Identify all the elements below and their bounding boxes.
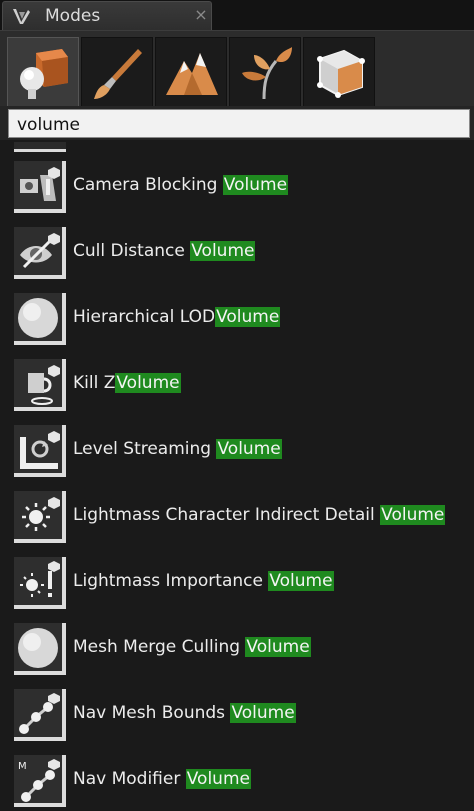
modes-panel-tab[interactable]: Modes × [2, 1, 212, 30]
list-item[interactable]: Nav Mesh Bounds Volume [0, 681, 474, 747]
item-label-match: Volume [190, 241, 256, 261]
list-item[interactable]: Lightmass Character Indirect Detail Volu… [0, 483, 474, 549]
item-label-match: Volume [380, 505, 446, 525]
paint-mode-icon [94, 49, 142, 99]
geometry-edit-mode-tab[interactable] [303, 37, 375, 107]
nav-mesh-icon [14, 689, 66, 741]
list-item[interactable]: Kill ZVolume [0, 351, 474, 417]
item-label-match: Volume [215, 307, 281, 327]
search-input[interactable] [8, 109, 470, 138]
place-mode-tab[interactable] [7, 37, 79, 107]
item-label-match: Volume [185, 769, 251, 789]
sphere-icon [14, 623, 66, 675]
lightmass-importance-icon [14, 557, 66, 609]
panel-title: Modes [45, 6, 101, 26]
foliage-mode-icon [242, 47, 292, 100]
landscape-mode-icon [166, 53, 218, 95]
search-area [0, 106, 474, 140]
item-label-match: Volume [230, 703, 296, 723]
partial-list-item [14, 142, 66, 152]
svg-text:M: M [18, 761, 27, 772]
place-mode-icon [20, 49, 68, 99]
modes-icon [13, 9, 30, 24]
cull-distance-icon [14, 227, 66, 279]
list-item[interactable]: Level Streaming Volume [0, 417, 474, 483]
list-item[interactable]: Hierarchical LODVolume [0, 285, 474, 351]
kill-z-icon [14, 359, 66, 411]
sphere-icon [14, 293, 66, 345]
item-label-prefix: Camera Blocking [73, 175, 223, 195]
sun-icon [14, 491, 66, 543]
mode-toolbar [0, 30, 474, 107]
title-bar: Modes × [0, 0, 474, 30]
level-streaming-icon [14, 425, 66, 477]
geometry-edit-mode-icon [317, 49, 365, 98]
item-label-prefix: Hierarchical LOD [73, 307, 216, 327]
item-label-match: Volume [216, 439, 282, 459]
item-label-prefix: Level Streaming [73, 439, 217, 459]
foliage-mode-tab[interactable] [229, 37, 301, 107]
item-label-match: Volume [115, 373, 181, 393]
list-item[interactable]: Cull Distance Volume [0, 219, 474, 285]
list-item[interactable]: M Nav Modifier Volume [0, 747, 474, 811]
item-label-match: Volume [268, 571, 334, 591]
item-label-prefix: Kill Z [73, 373, 116, 393]
paint-mode-tab[interactable] [81, 37, 153, 107]
camera-blocking-icon [14, 161, 66, 213]
close-tab-icon[interactable]: × [193, 5, 209, 24]
item-label-match: Volume [245, 637, 311, 657]
nav-modifier-icon: M [14, 755, 66, 807]
landscape-mode-tab[interactable] [155, 37, 227, 107]
item-label-prefix: Mesh Merge Culling [73, 637, 246, 657]
item-label-match: Volume [222, 175, 289, 195]
item-label-prefix: Nav Modifier [73, 769, 186, 789]
list-item[interactable]: Mesh Merge Culling Volume [0, 615, 474, 681]
placement-list[interactable]: Camera Blocking Volume Cull Distance Vol… [0, 142, 474, 811]
list-item[interactable]: Camera Blocking Volume [0, 153, 474, 219]
item-label-prefix: Lightmass Importance [73, 571, 269, 591]
item-label-prefix: Cull Distance [73, 241, 191, 261]
item-label-prefix: Nav Mesh Bounds [73, 703, 231, 723]
list-item[interactable]: Lightmass Importance Volume [0, 549, 474, 615]
item-label-prefix: Lightmass Character Indirect Detail [73, 505, 381, 525]
